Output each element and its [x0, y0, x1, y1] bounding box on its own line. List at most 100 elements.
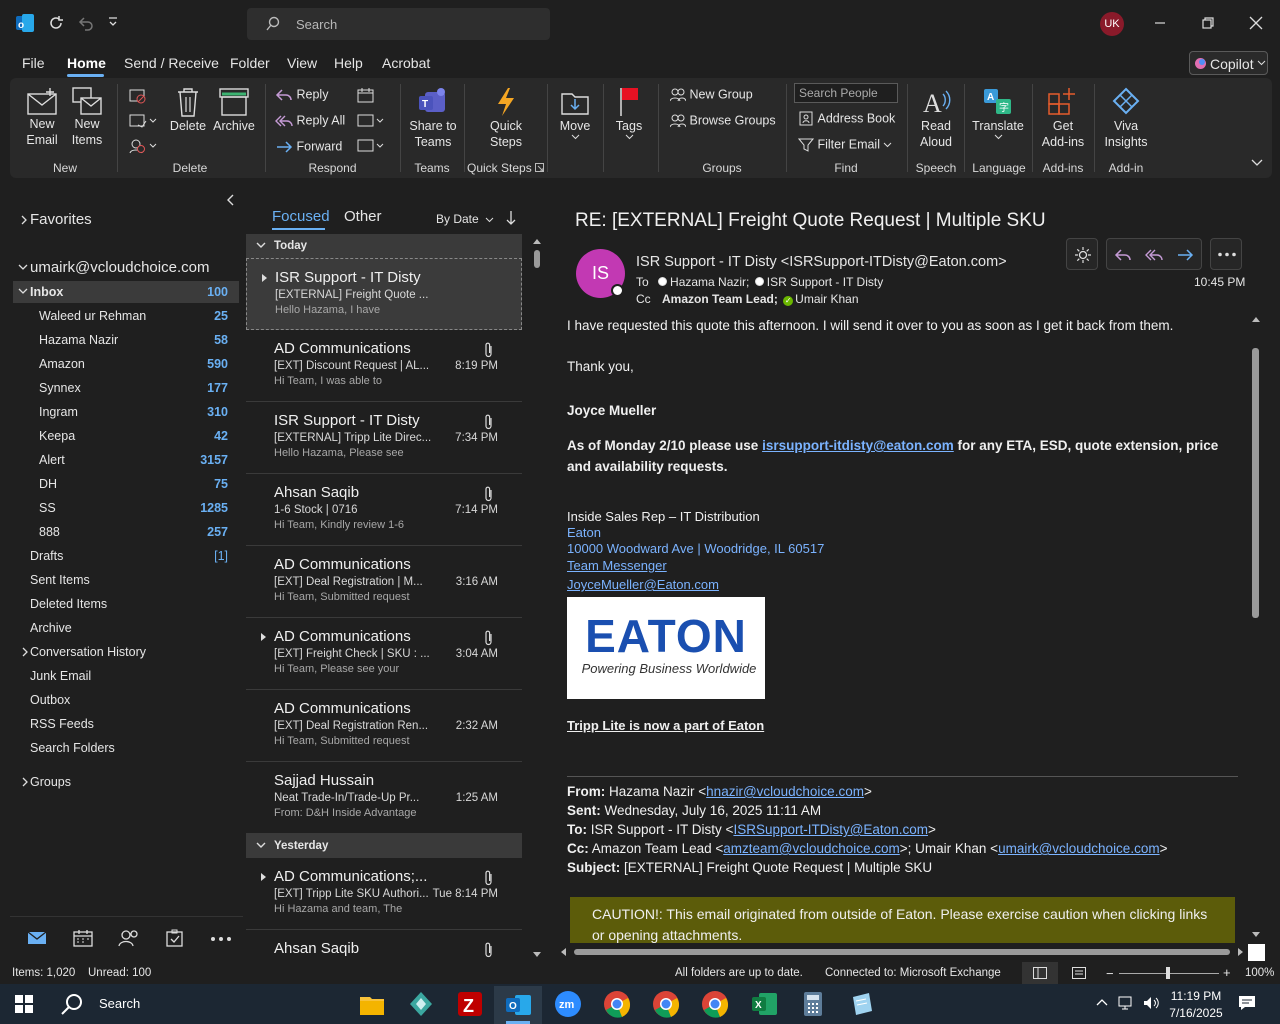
- mail-icon[interactable]: [27, 930, 47, 946]
- more-actions-button[interactable]: [1210, 238, 1242, 270]
- expand-conversation-icon[interactable]: [261, 273, 268, 283]
- message-item[interactable]: Ahsan Saqib 1-6 Stock | 0716 Hi Team, Kind…: [246, 474, 522, 546]
- viva-insights-button[interactable]: Viva Insights: [1100, 86, 1152, 150]
- quick-steps-button[interactable]: Quick Steps: [478, 86, 534, 150]
- message-item[interactable]: Ahsan Saqib: [246, 930, 522, 960]
- amzteam-link[interactable]: amzteam@vcloudchoice.com: [723, 841, 900, 856]
- zoom-slider-thumb[interactable]: [1166, 967, 1170, 979]
- sort-by-date[interactable]: By Date: [436, 212, 494, 226]
- new-email-button[interactable]: New Email: [22, 86, 62, 148]
- taskbar-search-label[interactable]: Search: [99, 996, 140, 1011]
- close-icon[interactable]: [1245, 12, 1267, 34]
- get-addins-button[interactable]: Get Add-ins: [1038, 86, 1088, 150]
- excel-icon[interactable]: X: [749, 989, 779, 1019]
- browse-groups-button[interactable]: Browse Groups: [670, 113, 776, 128]
- reply-icon[interactable]: [1114, 246, 1132, 264]
- folder-rss-feeds[interactable]: RSS Feeds: [30, 717, 94, 731]
- folder-archive[interactable]: Archive: [30, 621, 72, 635]
- chrome-icon[interactable]: [602, 989, 632, 1019]
- address-book-button[interactable]: Address Book: [798, 111, 895, 126]
- folder-item[interactable]: Hazama Nazir 58: [13, 331, 239, 353]
- reading-vertical-scrollbar[interactable]: [1250, 312, 1262, 942]
- chrome-icon[interactable]: [651, 989, 681, 1019]
- junk-icon[interactable]: [129, 138, 159, 154]
- calculator-icon[interactable]: [798, 989, 828, 1019]
- forward-icon[interactable]: [1176, 246, 1194, 264]
- tab-other[interactable]: Other: [344, 208, 382, 225]
- message-item[interactable]: AD Communications;... [EXT] Tripp Lite SK…: [246, 858, 522, 930]
- message-item[interactable]: Sajjad Hussain Neat Trade-In/Trade-Up Pr.…: [246, 762, 522, 834]
- folder-item[interactable]: Amazon 590: [13, 355, 239, 377]
- zoom-out-button[interactable]: −: [1106, 966, 1114, 981]
- delete-button[interactable]: Delete: [167, 86, 209, 134]
- minimize-icon[interactable]: [1149, 12, 1171, 34]
- restore-icon[interactable]: [1197, 12, 1219, 34]
- umairk-link[interactable]: umairk@vcloudchoice.com: [998, 841, 1160, 856]
- tripp-lite-link[interactable]: Tripp Lite is now a part of Eaton: [567, 718, 764, 733]
- folder-sent-items[interactable]: Sent Items: [30, 573, 90, 587]
- forward-button[interactable]: Forward: [275, 139, 342, 154]
- signature-email-link[interactable]: JoyceMueller@Eaton.com: [567, 577, 719, 592]
- people-icon[interactable]: [118, 929, 140, 947]
- user-avatar[interactable]: UK: [1100, 12, 1124, 36]
- tab-folder[interactable]: Folder: [230, 55, 270, 71]
- message-item[interactable]: AD Communications [EXT] Discount Request …: [246, 330, 522, 402]
- tab-file[interactable]: File: [22, 55, 45, 71]
- groups-header[interactable]: Groups: [30, 775, 71, 789]
- filter-email-button[interactable]: Filter Email: [798, 137, 892, 153]
- refresh-icon[interactable]: [47, 14, 65, 32]
- new-group-button[interactable]: New Group: [670, 87, 753, 102]
- network-icon[interactable]: [1118, 995, 1136, 1011]
- message-item[interactable]: ISR Support - IT Disty [EXTERNAL] Freight…: [246, 258, 522, 330]
- zoom-app-icon[interactable]: zm: [553, 989, 583, 1019]
- windows-start-icon[interactable]: [15, 995, 33, 1013]
- collapse-pane-icon[interactable]: [226, 194, 236, 206]
- folder-drafts[interactable]: Drafts: [30, 549, 63, 563]
- reading-view-icon[interactable]: [1072, 967, 1086, 979]
- folder-outbox[interactable]: Outbox: [30, 693, 70, 707]
- isr-support-link[interactable]: isrsupport-itdisty@eaton.com: [762, 438, 954, 453]
- normal-view-button[interactable]: [1022, 962, 1058, 984]
- favorites-header[interactable]: Favorites: [30, 211, 92, 228]
- notifications-icon[interactable]: [1238, 995, 1256, 1011]
- folder-item[interactable]: 888 257: [13, 523, 239, 545]
- expand-conversation-icon[interactable]: [260, 872, 267, 882]
- tab-home[interactable]: Home: [67, 55, 106, 71]
- tab-help[interactable]: Help: [334, 55, 363, 71]
- folder-search-folders[interactable]: Search Folders: [30, 741, 115, 755]
- taskbar-search-icon[interactable]: [60, 992, 84, 1016]
- new-items-button[interactable]: New Items: [66, 86, 108, 148]
- chrome-icon[interactable]: [700, 989, 730, 1019]
- search-box[interactable]: Search: [247, 8, 550, 40]
- dialog-launcher-icon[interactable]: [535, 163, 544, 172]
- translate-button[interactable]: A字 Translate: [971, 86, 1025, 140]
- folder-item[interactable]: Alert 3157: [13, 451, 239, 473]
- folder-item[interactable]: Keepa 42: [13, 427, 239, 449]
- group-header-yesterday[interactable]: Yesterday: [246, 834, 522, 858]
- hnazir-link[interactable]: hnazir@vcloudchoice.com: [706, 784, 864, 799]
- message-list-scrollbar[interactable]: [532, 236, 542, 960]
- cc-amazon[interactable]: Amazon Team Lead;: [662, 292, 778, 306]
- folder-item[interactable]: Ingram 310: [13, 403, 239, 425]
- expand-conversation-icon[interactable]: [260, 632, 267, 642]
- tab-send-receive[interactable]: Send / Receive: [124, 55, 219, 71]
- folder-item[interactable]: Waleed ur Rehman 25: [13, 307, 239, 329]
- message-item[interactable]: AD Communications [EXT] Deal Registration…: [246, 546, 522, 618]
- isr-email-link[interactable]: ISRSupport-ITDisty@Eaton.com: [733, 822, 928, 837]
- message-item[interactable]: AD Communications [EXT] Deal Registration…: [246, 690, 522, 762]
- tasks-icon[interactable]: [166, 929, 184, 947]
- folder-junk-email[interactable]: Junk Email: [30, 669, 91, 683]
- folder-item[interactable]: Synnex 177: [13, 379, 239, 401]
- team-messenger-link[interactable]: Team Messenger: [567, 558, 667, 573]
- more-respond-icon[interactable]: [357, 138, 387, 154]
- move-button[interactable]: Move: [556, 86, 594, 140]
- taskbar-time[interactable]: 11:19 PM: [1168, 989, 1224, 1003]
- brightness-button[interactable]: [1066, 238, 1098, 270]
- group-header-today[interactable]: Today: [246, 234, 522, 258]
- tags-button[interactable]: Tags: [612, 86, 646, 140]
- message-item[interactable]: ISR Support - IT Disty [EXTERNAL] Tripp L…: [246, 402, 522, 474]
- archive-button[interactable]: Archive: [211, 86, 257, 134]
- tray-chevron-up-icon[interactable]: [1096, 998, 1108, 1006]
- share-to-teams-button[interactable]: T Share to Teams: [406, 86, 460, 150]
- folder-inbox[interactable]: Inbox 100: [13, 281, 239, 303]
